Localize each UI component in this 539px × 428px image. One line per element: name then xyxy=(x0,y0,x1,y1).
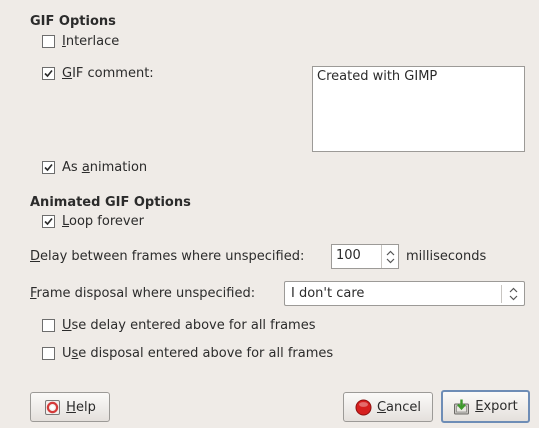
check-icon xyxy=(44,163,53,172)
interlace-checkbox[interactable]: Interlace xyxy=(42,34,119,49)
gif-options-heading: GIF Options xyxy=(30,14,116,29)
use-delay-checkbox-box[interactable] xyxy=(42,319,55,332)
delay-label: Delay between frames where unspecified: xyxy=(30,249,305,264)
cancel-label: Cancel xyxy=(376,399,422,415)
export-icon xyxy=(454,399,470,415)
use-disposal-label: Use disposal entered above for all frame… xyxy=(62,346,334,361)
export-label: Export xyxy=(475,399,518,414)
check-icon xyxy=(44,217,53,226)
frame-disposal-select[interactable]: I don't care xyxy=(284,281,525,306)
use-delay-label: Use delay entered above for all frames xyxy=(62,318,316,333)
gif-comment-checkbox-box[interactable] xyxy=(42,67,55,80)
frame-disposal-label: Frame disposal where unspecified: xyxy=(30,286,256,301)
gif-comment-label: GIF comment: xyxy=(62,66,154,81)
as-animation-checkbox[interactable]: As animation xyxy=(42,160,147,175)
animated-gif-options-heading: Animated GIF Options xyxy=(30,195,191,210)
use-disposal-checkbox-box[interactable] xyxy=(42,347,55,360)
frame-disposal-value: I don't care xyxy=(291,286,365,301)
gif-comment-textarea[interactable]: Created with GIMP xyxy=(312,66,525,152)
use-delay-checkbox[interactable]: Use delay entered above for all frames xyxy=(42,318,316,333)
delay-unit: milliseconds xyxy=(406,249,487,264)
use-disposal-checkbox[interactable]: Use disposal entered above for all frame… xyxy=(42,346,333,361)
interlace-checkbox-box[interactable] xyxy=(42,35,55,48)
as-animation-checkbox-box[interactable] xyxy=(42,161,55,174)
gif-comment-checkbox[interactable]: GIF comment: xyxy=(42,66,154,81)
help-label: Help xyxy=(66,399,96,415)
check-icon xyxy=(44,69,53,78)
help-icon xyxy=(45,399,61,415)
combo-arrows-icon xyxy=(502,287,524,301)
export-button[interactable]: Export xyxy=(441,390,530,423)
loop-forever-checkbox[interactable]: Loop forever xyxy=(42,214,144,229)
loop-forever-checkbox-box[interactable] xyxy=(42,215,55,228)
spin-arrows-icon[interactable] xyxy=(381,245,398,268)
cancel-button[interactable]: Cancel xyxy=(343,392,433,422)
interlace-label: Interlace xyxy=(62,34,120,49)
as-animation-label: As animation xyxy=(62,160,148,175)
delay-spinbutton[interactable]: 100 xyxy=(331,244,399,269)
help-button[interactable]: Help xyxy=(30,392,110,422)
loop-forever-label: Loop forever xyxy=(62,214,144,229)
cancel-icon xyxy=(355,399,372,415)
delay-value[interactable]: 100 xyxy=(332,245,381,268)
